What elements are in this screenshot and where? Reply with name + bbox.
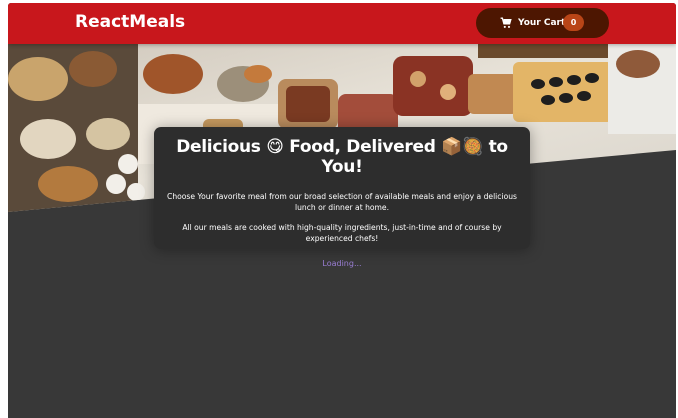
cart-button[interactable]: Your Cart 0 (476, 8, 609, 38)
app-logo: ReactMeals (75, 12, 186, 32)
summary-paragraph-1: Choose Your favorite meal from our broad… (167, 192, 517, 212)
main-header: ReactMeals Your Cart 0 (8, 3, 676, 44)
cart-count-badge: 0 (563, 14, 584, 31)
shopping-cart-icon (500, 17, 512, 29)
summary-paragraph-2: All our meals are cooked with high-quali… (182, 223, 502, 243)
app-window: ReactMeals Your Cart 0 Delicious 😋 Food,… (8, 3, 676, 418)
loading-status: Loading... (322, 259, 362, 268)
cart-label: Your Cart (518, 18, 566, 28)
meals-summary-card: Delicious 😋 Food, Delivered 📦🥘 to You! C… (154, 127, 530, 249)
summary-title: Delicious 😋 Food, Delivered 📦🥘 to You! (176, 137, 508, 177)
